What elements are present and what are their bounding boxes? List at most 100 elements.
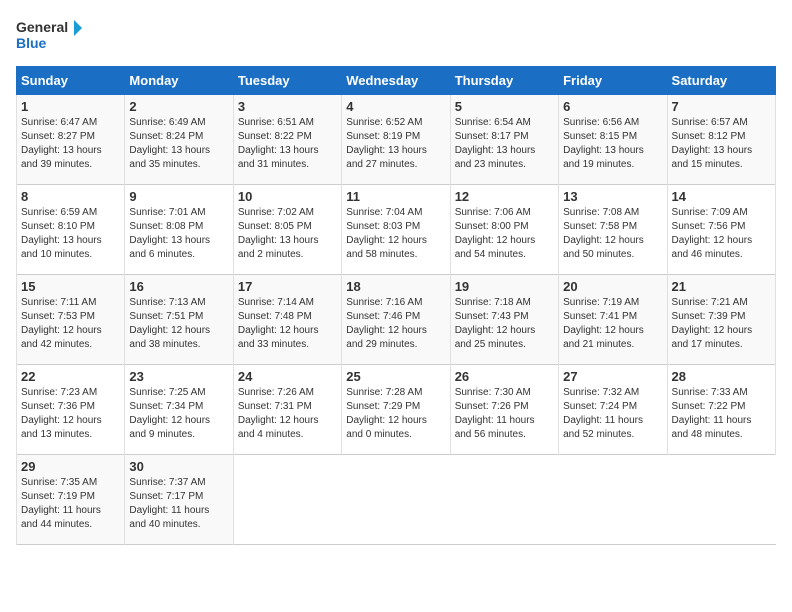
cell-info: Sunrise: 7:18 AMSunset: 7:43 PMDaylight:… [455,297,536,350]
cell-info: Sunrise: 6:49 AMSunset: 8:24 PMDaylight:… [129,117,210,170]
cell-info: Sunrise: 7:13 AMSunset: 7:51 PMDaylight:… [129,297,210,350]
calendar-cell: 15 Sunrise: 7:11 AMSunset: 7:53 PMDaylig… [17,275,125,365]
day-number: 15 [21,279,120,294]
day-number: 1 [21,99,120,114]
cell-info: Sunrise: 7:32 AMSunset: 7:24 PMDaylight:… [563,387,643,440]
day-number: 29 [21,459,120,474]
day-number: 19 [455,279,554,294]
calendar-cell: 2 Sunrise: 6:49 AMSunset: 8:24 PMDayligh… [125,95,233,185]
calendar-week-row: 8 Sunrise: 6:59 AMSunset: 8:10 PMDayligh… [17,185,776,275]
day-number: 22 [21,369,120,384]
calendar-cell: 3 Sunrise: 6:51 AMSunset: 8:22 PMDayligh… [233,95,341,185]
cell-info: Sunrise: 6:47 AMSunset: 8:27 PMDaylight:… [21,117,102,170]
day-number: 21 [672,279,771,294]
calendar-cell: 14 Sunrise: 7:09 AMSunset: 7:56 PMDaylig… [667,185,775,275]
day-number: 20 [563,279,662,294]
day-number: 6 [563,99,662,114]
cell-info: Sunrise: 7:08 AMSunset: 7:58 PMDaylight:… [563,207,644,260]
calendar-cell: 23 Sunrise: 7:25 AMSunset: 7:34 PMDaylig… [125,365,233,455]
cell-info: Sunrise: 7:09 AMSunset: 7:56 PMDaylight:… [672,207,753,260]
header-cell-sunday: Sunday [17,67,125,95]
header-cell-wednesday: Wednesday [342,67,450,95]
calendar-cell: 8 Sunrise: 6:59 AMSunset: 8:10 PMDayligh… [17,185,125,275]
day-number: 16 [129,279,228,294]
calendar-cell: 13 Sunrise: 7:08 AMSunset: 7:58 PMDaylig… [559,185,667,275]
calendar-cell: 22 Sunrise: 7:23 AMSunset: 7:36 PMDaylig… [17,365,125,455]
day-number: 5 [455,99,554,114]
calendar-cell: 24 Sunrise: 7:26 AMSunset: 7:31 PMDaylig… [233,365,341,455]
calendar-week-row: 1 Sunrise: 6:47 AMSunset: 8:27 PMDayligh… [17,95,776,185]
calendar-cell: 28 Sunrise: 7:33 AMSunset: 7:22 PMDaylig… [667,365,775,455]
cell-info: Sunrise: 7:28 AMSunset: 7:29 PMDaylight:… [346,387,427,440]
day-number: 24 [238,369,337,384]
header-cell-friday: Friday [559,67,667,95]
calendar-cell [450,455,558,545]
calendar-cell: 6 Sunrise: 6:56 AMSunset: 8:15 PMDayligh… [559,95,667,185]
calendar-cell: 19 Sunrise: 7:18 AMSunset: 7:43 PMDaylig… [450,275,558,365]
cell-info: Sunrise: 7:26 AMSunset: 7:31 PMDaylight:… [238,387,319,440]
calendar-cell: 9 Sunrise: 7:01 AMSunset: 8:08 PMDayligh… [125,185,233,275]
page-header: General Blue [16,16,776,58]
calendar-cell: 16 Sunrise: 7:13 AMSunset: 7:51 PMDaylig… [125,275,233,365]
calendar-cell: 25 Sunrise: 7:28 AMSunset: 7:29 PMDaylig… [342,365,450,455]
calendar-cell [342,455,450,545]
cell-info: Sunrise: 7:19 AMSunset: 7:41 PMDaylight:… [563,297,644,350]
day-number: 7 [672,99,771,114]
svg-text:General: General [16,19,68,35]
day-number: 28 [672,369,771,384]
cell-info: Sunrise: 7:21 AMSunset: 7:39 PMDaylight:… [672,297,753,350]
cell-info: Sunrise: 7:16 AMSunset: 7:46 PMDaylight:… [346,297,427,350]
calendar-week-row: 15 Sunrise: 7:11 AMSunset: 7:53 PMDaylig… [17,275,776,365]
day-number: 10 [238,189,337,204]
calendar-cell: 5 Sunrise: 6:54 AMSunset: 8:17 PMDayligh… [450,95,558,185]
calendar-cell: 12 Sunrise: 7:06 AMSunset: 8:00 PMDaylig… [450,185,558,275]
cell-info: Sunrise: 6:59 AMSunset: 8:10 PMDaylight:… [21,207,102,260]
cell-info: Sunrise: 6:54 AMSunset: 8:17 PMDaylight:… [455,117,536,170]
cell-info: Sunrise: 7:30 AMSunset: 7:26 PMDaylight:… [455,387,535,440]
logo: General Blue [16,16,86,58]
day-number: 25 [346,369,445,384]
calendar-week-row: 22 Sunrise: 7:23 AMSunset: 7:36 PMDaylig… [17,365,776,455]
calendar-cell: 10 Sunrise: 7:02 AMSunset: 8:05 PMDaylig… [233,185,341,275]
calendar-cell: 7 Sunrise: 6:57 AMSunset: 8:12 PMDayligh… [667,95,775,185]
calendar-cell [233,455,341,545]
day-number: 13 [563,189,662,204]
day-number: 17 [238,279,337,294]
calendar-cell [559,455,667,545]
header-cell-thursday: Thursday [450,67,558,95]
day-number: 8 [21,189,120,204]
calendar-cell: 11 Sunrise: 7:04 AMSunset: 8:03 PMDaylig… [342,185,450,275]
calendar-cell: 17 Sunrise: 7:14 AMSunset: 7:48 PMDaylig… [233,275,341,365]
header-cell-saturday: Saturday [667,67,775,95]
header-row: SundayMondayTuesdayWednesdayThursdayFrid… [17,67,776,95]
cell-info: Sunrise: 7:33 AMSunset: 7:22 PMDaylight:… [672,387,752,440]
svg-text:Blue: Blue [16,35,47,51]
calendar-week-row: 29 Sunrise: 7:35 AMSunset: 7:19 PMDaylig… [17,455,776,545]
calendar-cell: 1 Sunrise: 6:47 AMSunset: 8:27 PMDayligh… [17,95,125,185]
calendar-cell: 21 Sunrise: 7:21 AMSunset: 7:39 PMDaylig… [667,275,775,365]
calendar-table: SundayMondayTuesdayWednesdayThursdayFrid… [16,66,776,545]
calendar-cell: 27 Sunrise: 7:32 AMSunset: 7:24 PMDaylig… [559,365,667,455]
cell-info: Sunrise: 6:52 AMSunset: 8:19 PMDaylight:… [346,117,427,170]
calendar-cell: 20 Sunrise: 7:19 AMSunset: 7:41 PMDaylig… [559,275,667,365]
day-number: 30 [129,459,228,474]
cell-info: Sunrise: 7:11 AMSunset: 7:53 PMDaylight:… [21,297,102,350]
day-number: 27 [563,369,662,384]
day-number: 11 [346,189,445,204]
day-number: 26 [455,369,554,384]
calendar-cell: 18 Sunrise: 7:16 AMSunset: 7:46 PMDaylig… [342,275,450,365]
calendar-cell: 4 Sunrise: 6:52 AMSunset: 8:19 PMDayligh… [342,95,450,185]
cell-info: Sunrise: 6:57 AMSunset: 8:12 PMDaylight:… [672,117,753,170]
cell-info: Sunrise: 7:25 AMSunset: 7:34 PMDaylight:… [129,387,210,440]
cell-info: Sunrise: 7:37 AMSunset: 7:17 PMDaylight:… [129,477,209,530]
day-number: 3 [238,99,337,114]
cell-info: Sunrise: 7:04 AMSunset: 8:03 PMDaylight:… [346,207,427,260]
cell-info: Sunrise: 7:02 AMSunset: 8:05 PMDaylight:… [238,207,319,260]
cell-info: Sunrise: 7:35 AMSunset: 7:19 PMDaylight:… [21,477,101,530]
cell-info: Sunrise: 7:06 AMSunset: 8:00 PMDaylight:… [455,207,536,260]
cell-info: Sunrise: 7:14 AMSunset: 7:48 PMDaylight:… [238,297,319,350]
cell-info: Sunrise: 7:01 AMSunset: 8:08 PMDaylight:… [129,207,210,260]
calendar-cell [667,455,775,545]
day-number: 4 [346,99,445,114]
day-number: 14 [672,189,771,204]
